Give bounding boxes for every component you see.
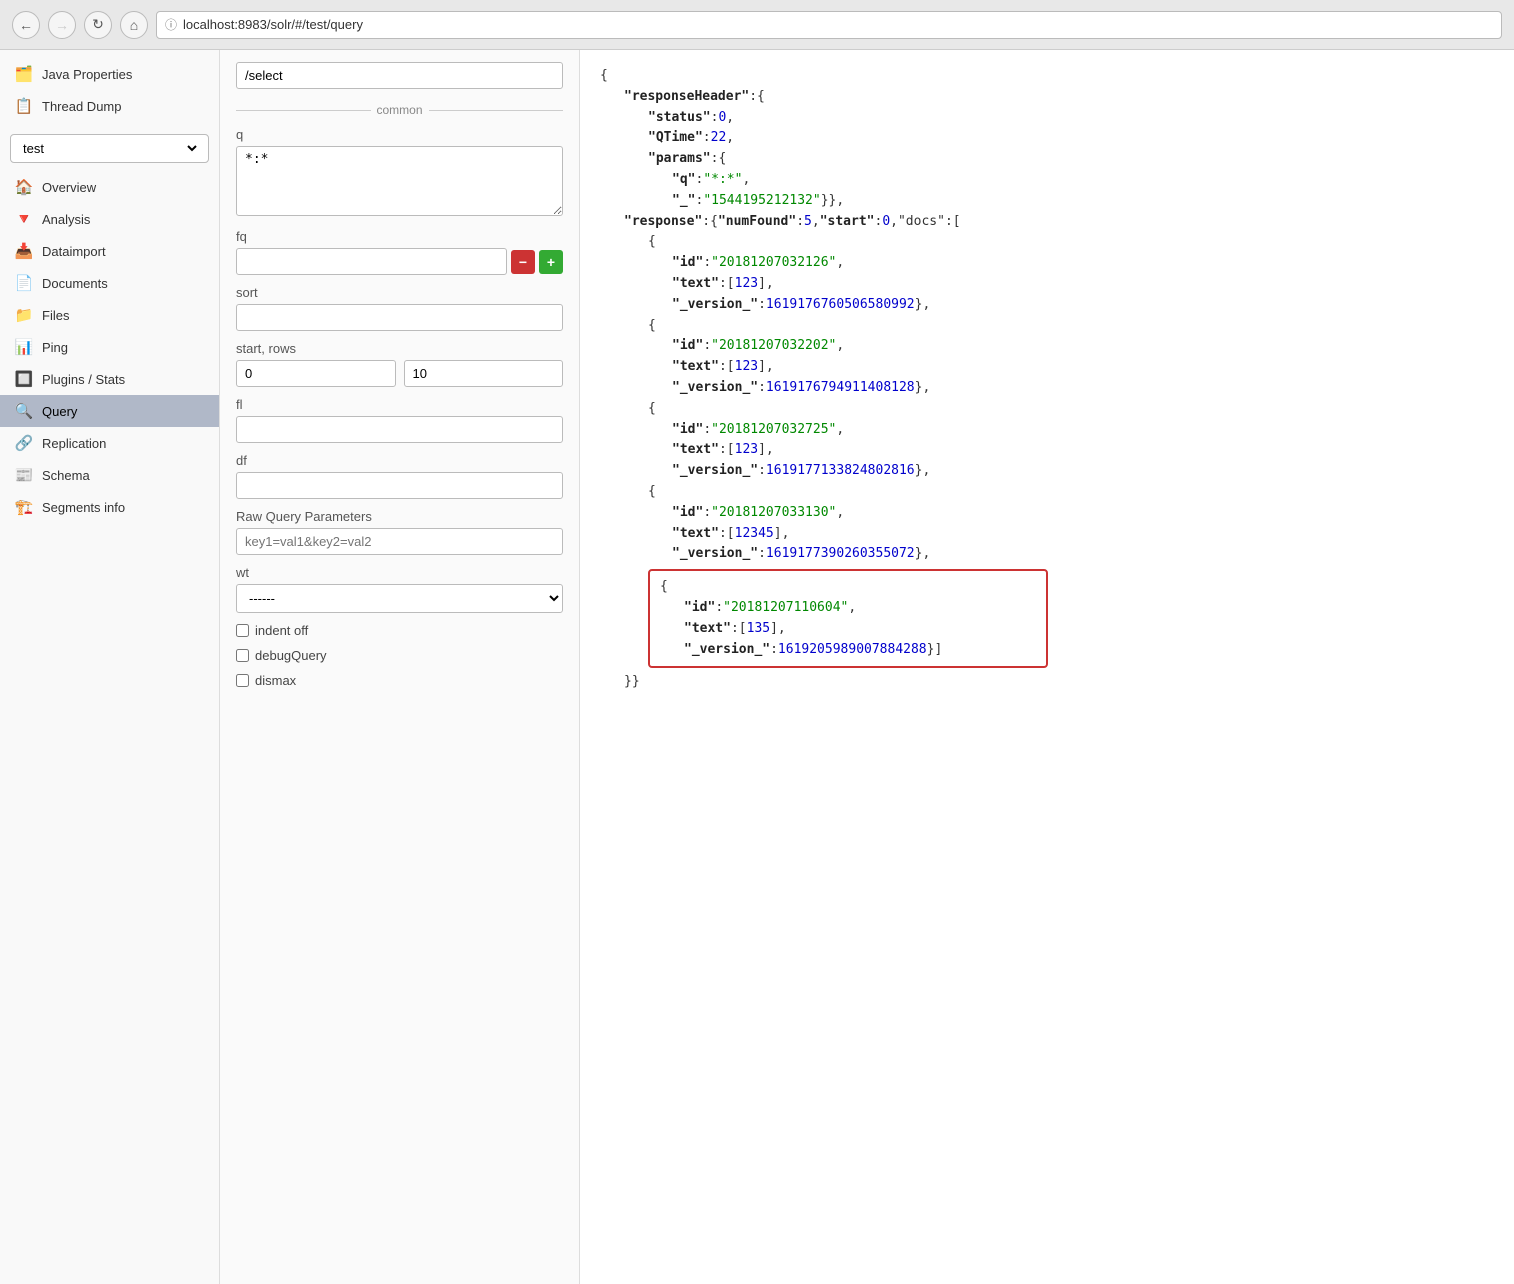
df-label: df — [236, 453, 563, 468]
sidebar-item-segments-info[interactable]: 🏗️ Segments info — [0, 491, 219, 523]
collection-selector[interactable]: test — [10, 134, 209, 163]
sidebar-item-label: Plugins / Stats — [42, 372, 125, 387]
sidebar-item-label: Segments info — [42, 500, 125, 515]
results-panel: { "responseHeader":{ "status":0, "QTime"… — [580, 50, 1514, 1284]
dismax-label: dismax — [255, 673, 296, 688]
indent-checkbox[interactable] — [236, 624, 249, 637]
sidebar-item-analysis[interactable]: 🔻 Analysis — [0, 203, 219, 235]
dataimport-icon: 📥 — [14, 242, 34, 260]
params-key: "params" — [648, 151, 711, 166]
segments-icon: 🏗️ — [14, 498, 34, 516]
sidebar-item-label: Java Properties — [42, 67, 132, 82]
analysis-icon: 🔻 — [14, 210, 34, 228]
sort-input[interactable] — [236, 304, 563, 331]
fq-plus-button[interactable]: + — [539, 250, 563, 274]
common-section-label: common — [236, 103, 563, 117]
sidebar-item-label: Replication — [42, 436, 106, 451]
plugins-icon: 🔲 — [14, 370, 34, 388]
refresh-button[interactable]: ↻ — [84, 11, 112, 39]
sidebar-item-plugins-stats[interactable]: 🔲 Plugins / Stats — [0, 363, 219, 395]
replication-icon: 🔗 — [14, 434, 34, 452]
sidebar-item-schema[interactable]: 📰 Schema — [0, 459, 219, 491]
schema-icon: 📰 — [14, 466, 34, 484]
fq-row: − + — [236, 248, 563, 275]
wt-label: wt — [236, 565, 563, 580]
home-button[interactable]: ⌂ — [120, 11, 148, 39]
sidebar-item-overview[interactable]: 🏠 Overview — [0, 171, 219, 203]
ping-icon: 📊 — [14, 338, 34, 356]
query-panel: common q *:* fq − + sort start, rows fl … — [220, 50, 580, 1284]
start-input[interactable] — [236, 360, 396, 387]
sidebar-item-label: Schema — [42, 468, 90, 483]
sidebar-item-label: Dataimport — [42, 244, 106, 259]
sidebar: 🗂️ Java Properties 📋 Thread Dump test 🏠 … — [0, 50, 220, 1284]
q-param-key: "q" — [672, 172, 695, 187]
browser-bar: ← → ↻ ⌂ ⓘ localhost:8983/solr/#/test/que… — [0, 0, 1514, 50]
fl-input[interactable] — [236, 416, 563, 443]
forward-button[interactable]: → — [48, 11, 76, 39]
rows-row — [236, 360, 563, 387]
sidebar-item-ping[interactable]: 📊 Ping — [0, 331, 219, 363]
qtime-key: "QTime" — [648, 130, 703, 145]
debug-row: debugQuery — [236, 648, 563, 663]
fq-input[interactable] — [236, 248, 507, 275]
sidebar-item-query[interactable]: 🔍 Query — [0, 395, 219, 427]
rows-input[interactable] — [404, 360, 564, 387]
raw-query-label: Raw Query Parameters — [236, 509, 563, 524]
overview-icon: 🏠 — [14, 178, 34, 196]
handler-input[interactable] — [236, 62, 563, 89]
sidebar-item-replication[interactable]: 🔗 Replication — [0, 427, 219, 459]
sidebar-item-dataimport[interactable]: 📥 Dataimport — [0, 235, 219, 267]
content-area: common q *:* fq − + sort start, rows fl … — [220, 50, 1514, 1284]
back-button[interactable]: ← — [12, 11, 40, 39]
sort-label: sort — [236, 285, 563, 300]
collection-select[interactable]: test — [19, 140, 200, 157]
q-input[interactable]: *:* — [236, 146, 563, 216]
fl-label: fl — [236, 397, 563, 412]
start-rows-label: start, rows — [236, 341, 563, 356]
sidebar-item-java-properties[interactable]: 🗂️ Java Properties — [0, 58, 219, 90]
sidebar-item-label: Overview — [42, 180, 96, 195]
documents-icon: 📄 — [14, 274, 34, 292]
url-text: localhost:8983/solr/#/test/query — [183, 17, 363, 32]
dismax-row: dismax — [236, 673, 563, 688]
df-input[interactable] — [236, 472, 563, 499]
collection-nav: 🏠 Overview 🔻 Analysis 📥 Dataimport 📄 Doc… — [0, 171, 219, 523]
underscore-key: "_" — [672, 193, 695, 208]
sidebar-item-thread-dump[interactable]: 📋 Thread Dump — [0, 90, 219, 122]
highlighted-doc: { "id":"20181207110604", "text":[135], "… — [648, 569, 1048, 668]
sidebar-item-label: Query — [42, 404, 77, 419]
wt-select[interactable]: ------ — [236, 584, 563, 613]
debug-checkbox[interactable] — [236, 649, 249, 662]
dismax-checkbox[interactable] — [236, 674, 249, 687]
sidebar-item-label: Analysis — [42, 212, 90, 227]
results-opening-brace: { — [600, 68, 608, 83]
sidebar-item-label: Ping — [42, 340, 68, 355]
sidebar-item-documents[interactable]: 📄 Documents — [0, 267, 219, 299]
java-properties-icon: 🗂️ — [14, 65, 34, 83]
query-icon: 🔍 — [14, 402, 34, 420]
fq-minus-button[interactable]: − — [511, 250, 535, 274]
q-label: q — [236, 127, 563, 142]
fq-label: fq — [236, 229, 563, 244]
sidebar-item-label: Thread Dump — [42, 99, 121, 114]
sidebar-item-label: Files — [42, 308, 69, 323]
indent-row: indent off — [236, 623, 563, 638]
response-key: "response" — [624, 214, 702, 229]
address-bar[interactable]: ⓘ localhost:8983/solr/#/test/query — [156, 11, 1502, 39]
info-icon: ⓘ — [165, 16, 177, 33]
raw-query-input[interactable] — [236, 528, 563, 555]
sidebar-item-label: Documents — [42, 276, 108, 291]
thread-dump-icon: 📋 — [14, 97, 34, 115]
sidebar-item-files[interactable]: 📁 Files — [0, 299, 219, 331]
status-key: "status" — [648, 110, 711, 125]
indent-label: indent off — [255, 623, 308, 638]
response-header-key: "responseHeader" — [624, 89, 749, 104]
files-icon: 📁 — [14, 306, 34, 324]
debug-label: debugQuery — [255, 648, 327, 663]
